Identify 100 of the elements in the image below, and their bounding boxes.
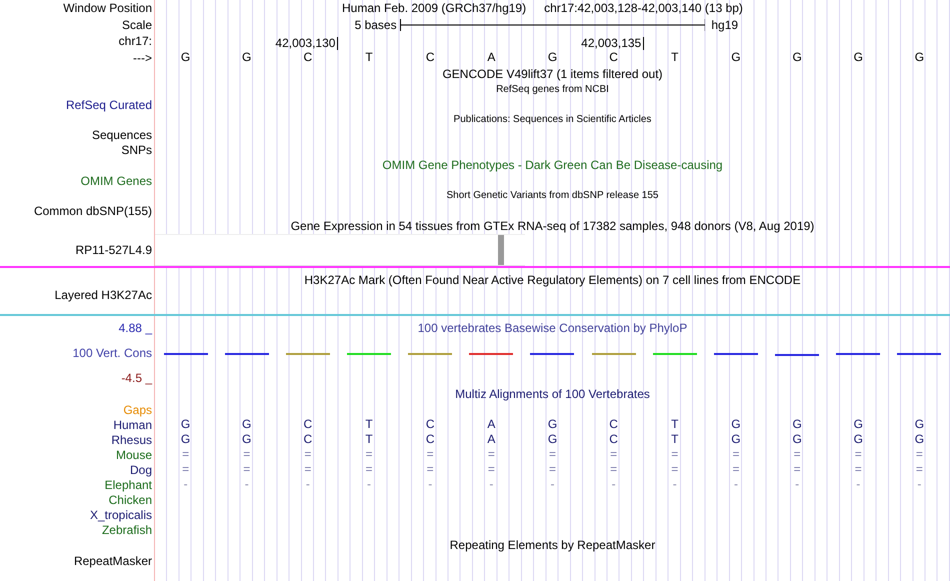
alignment-base: = xyxy=(854,448,862,461)
alignment-base: = xyxy=(732,448,740,461)
alignment-base: = xyxy=(671,463,678,476)
track-label: Scale xyxy=(122,18,152,32)
alignment-base: = xyxy=(548,463,556,476)
alignment-base: - xyxy=(428,478,432,491)
alignment-base: = xyxy=(304,463,312,476)
track-label[interactable]: Sequences xyxy=(92,128,152,142)
scale-assembly: hg19 xyxy=(710,18,738,32)
base-letter: G xyxy=(914,51,924,64)
species-label: Zebrafish xyxy=(102,522,152,536)
alignment-base: G xyxy=(180,433,190,446)
alignment-base: = xyxy=(916,448,923,461)
alignment-base: = xyxy=(426,448,434,461)
alignment-base: - xyxy=(917,478,922,491)
alignment-base: G xyxy=(914,433,924,446)
assembly-name: Human Feb. 2009 (GRCh37/hg19) xyxy=(342,1,526,16)
track-title: H3K27Ac Mark (Often Found Near Active Regulatory Elements) on 7 cell lines from ENCODE xyxy=(304,273,801,287)
species-label: Human xyxy=(113,418,152,432)
base-letter: G xyxy=(548,51,558,64)
alignment-base: T xyxy=(671,418,678,431)
alignment-base: C xyxy=(426,433,435,446)
track-title: Repeating Elements by RepeatMasker xyxy=(450,538,656,552)
coordinate-tick: 42,003,135 xyxy=(581,36,644,50)
alignment-base: = xyxy=(488,448,495,461)
species-label: Mouse xyxy=(116,448,152,462)
axis-min-label: -4.5 _ xyxy=(121,371,152,385)
alignment-base: = xyxy=(243,448,250,461)
track-label[interactable]: SNPs xyxy=(121,142,152,156)
expression-bar xyxy=(498,235,504,265)
track-title: GENCODE V49lift37 (1 items filtered out) xyxy=(442,67,663,81)
alignment-base: G xyxy=(731,433,741,446)
track-title: Short Genetic Variants from dbSNP release 155 xyxy=(446,190,658,202)
alignment-base: = xyxy=(304,448,312,461)
alignment-base: - xyxy=(367,478,372,491)
alignment-base: = xyxy=(916,463,923,476)
alignment-base: G xyxy=(548,433,558,446)
track-label: Window Position xyxy=(63,1,152,16)
alignment-base: C xyxy=(304,433,312,446)
alignment-base: = xyxy=(182,448,190,461)
base-letter: C xyxy=(426,51,435,64)
species-label: Dog xyxy=(130,462,152,476)
alignment-base: G xyxy=(731,418,741,431)
alignment-base: C xyxy=(304,418,312,431)
alignment-base: = xyxy=(671,448,678,461)
alignment-base: G xyxy=(242,433,252,446)
track-label[interactable]: RefSeq Curated xyxy=(66,98,152,112)
alignment-base: A xyxy=(487,433,496,446)
alignment-base: = xyxy=(794,463,801,476)
species-label: Rhesus xyxy=(111,432,152,446)
species-label: Chicken xyxy=(108,492,152,506)
track-title: RefSeq genes from NCBI xyxy=(496,84,609,96)
alignment-base: = xyxy=(794,448,801,461)
track-label[interactable]: Layered H3K27Ac xyxy=(54,288,152,302)
axis-max-label: 4.88 _ xyxy=(118,321,152,335)
alignment-base: = xyxy=(366,463,373,476)
species-label: Gaps xyxy=(123,402,152,416)
track-title: OMIM Gene Phenotypes - Dark Green Can Be Disease-causing xyxy=(382,158,723,172)
base-letter: G xyxy=(242,51,252,64)
alignment-base: = xyxy=(182,463,190,476)
alignment-base: - xyxy=(856,478,860,491)
track-label[interactable]: RP11-527L4.9 xyxy=(76,243,152,257)
base-letter: T xyxy=(671,51,678,64)
species-label: X_tropicalis xyxy=(90,508,152,522)
track-label: chr17: xyxy=(118,34,152,48)
strand-arrow: ---> xyxy=(133,50,152,65)
alignment-base: = xyxy=(732,463,740,476)
alignment-base: G xyxy=(180,418,190,431)
base-letter: G xyxy=(854,51,863,64)
alignment-base: C xyxy=(609,418,618,431)
alignment-base: - xyxy=(184,478,188,491)
alignment-base: = xyxy=(488,463,495,476)
alignment-base: A xyxy=(487,418,496,431)
alignment-base: = xyxy=(243,463,250,476)
base-letter: C xyxy=(609,51,618,64)
alignment-base: - xyxy=(306,478,310,491)
track-title: 100 vertebrates Basewise Conservation by PhyloP xyxy=(418,321,688,335)
track-label[interactable]: Common dbSNP(155) xyxy=(34,204,152,218)
alignment-base: C xyxy=(609,433,618,446)
species-label: Elephant xyxy=(104,478,152,492)
base-letter: A xyxy=(487,51,496,64)
track-label[interactable]: RepeatMasker xyxy=(74,554,152,568)
alignment-base: T xyxy=(671,433,678,446)
alignment-base: = xyxy=(854,463,862,476)
track-title: Multiz Alignments of 100 Vertebrates xyxy=(455,387,650,401)
track-label[interactable]: OMIM Genes xyxy=(80,174,152,188)
alignment-base: G xyxy=(914,418,924,431)
alignment-base: C xyxy=(426,418,435,431)
track-label[interactable]: 100 Vert. Cons xyxy=(72,346,152,360)
alignment-base: = xyxy=(426,463,434,476)
alignment-base: G xyxy=(242,418,252,431)
base-letter: G xyxy=(792,51,802,64)
position-range: chr17:42,003,128-42,003,140 (13 bp) xyxy=(544,1,743,16)
alignment-base: - xyxy=(795,478,800,491)
alignment-base: G xyxy=(548,418,558,431)
coordinate-tick: 42,003,130 xyxy=(275,36,338,50)
base-letter: T xyxy=(365,51,373,64)
alignment-base: - xyxy=(244,478,249,491)
alignment-base: - xyxy=(489,478,494,491)
alignment-base: T xyxy=(365,433,373,446)
